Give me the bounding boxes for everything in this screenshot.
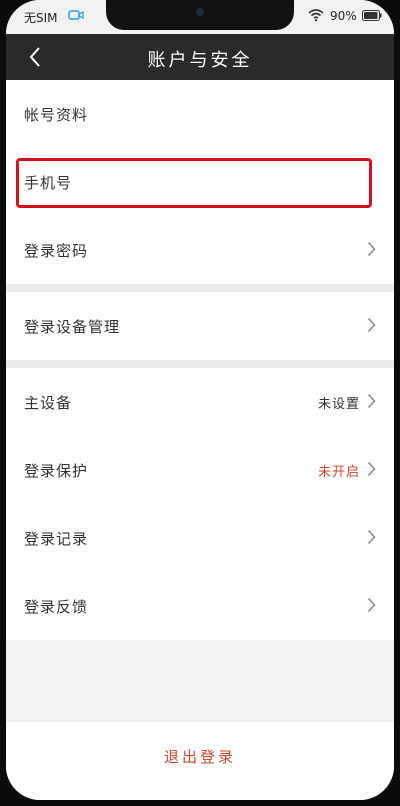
row-label: 帐号资料 (24, 106, 89, 124)
row-main-device[interactable]: 主设备 未设置 (6, 368, 394, 436)
section-divider (6, 360, 394, 368)
row-label: 主设备 (24, 394, 73, 412)
logout-label: 退出登录 (163, 748, 236, 766)
row-device-management[interactable]: 登录设备管理 (6, 292, 394, 360)
chevron-right-icon (367, 529, 376, 545)
page-title: 账户与安全 (147, 50, 253, 71)
wifi-icon (308, 9, 324, 22)
row-label: 登录记录 (24, 530, 89, 548)
login-section: 主设备 未设置 登录保护 未开启 登录记录 登录反馈 (6, 368, 394, 640)
row-login-password[interactable]: 登录密码 (6, 216, 394, 284)
row-account-info[interactable]: 帐号资料 (6, 80, 394, 148)
row-login-feedback[interactable]: 登录反馈 (6, 572, 394, 640)
battery-icon (362, 10, 382, 21)
device-section: 登录设备管理 (6, 292, 394, 360)
row-login-protection[interactable]: 登录保护 未开启 (6, 436, 394, 504)
chevron-right-icon (367, 461, 376, 477)
row-label: 登录反馈 (24, 598, 89, 616)
phone-screen: 无SIM 90% 账户与安全 帐号资料 手机号 登录密码 登录设备管理 主设备 … (6, 0, 394, 800)
status-bar: 无SIM 90% (6, 0, 394, 34)
chevron-right-icon (367, 241, 376, 257)
row-label: 登录设备管理 (24, 318, 121, 336)
logout-button[interactable]: 退出登录 (6, 722, 394, 800)
highlight-box (16, 158, 372, 208)
row-value: 未设置 (317, 397, 360, 412)
device-frame: 无SIM 90% 账户与安全 帐号资料 手机号 登录密码 登录设备管理 主设备 … (0, 0, 400, 806)
nav-bar: 账户与安全 (6, 34, 394, 80)
row-label: 登录密码 (24, 242, 89, 260)
notch (106, 0, 294, 30)
section-divider (6, 284, 394, 292)
chevron-right-icon (367, 317, 376, 333)
battery-percent: 90% (330, 9, 357, 23)
carrier-text: 无SIM (24, 11, 58, 25)
row-value: 未开启 (317, 465, 360, 480)
row-login-record[interactable]: 登录记录 (6, 504, 394, 572)
row-label: 登录保护 (24, 462, 89, 480)
chevron-right-icon (367, 393, 376, 409)
chevron-right-icon (367, 597, 376, 613)
video-call-icon (68, 10, 84, 20)
camera-icon (196, 8, 204, 16)
